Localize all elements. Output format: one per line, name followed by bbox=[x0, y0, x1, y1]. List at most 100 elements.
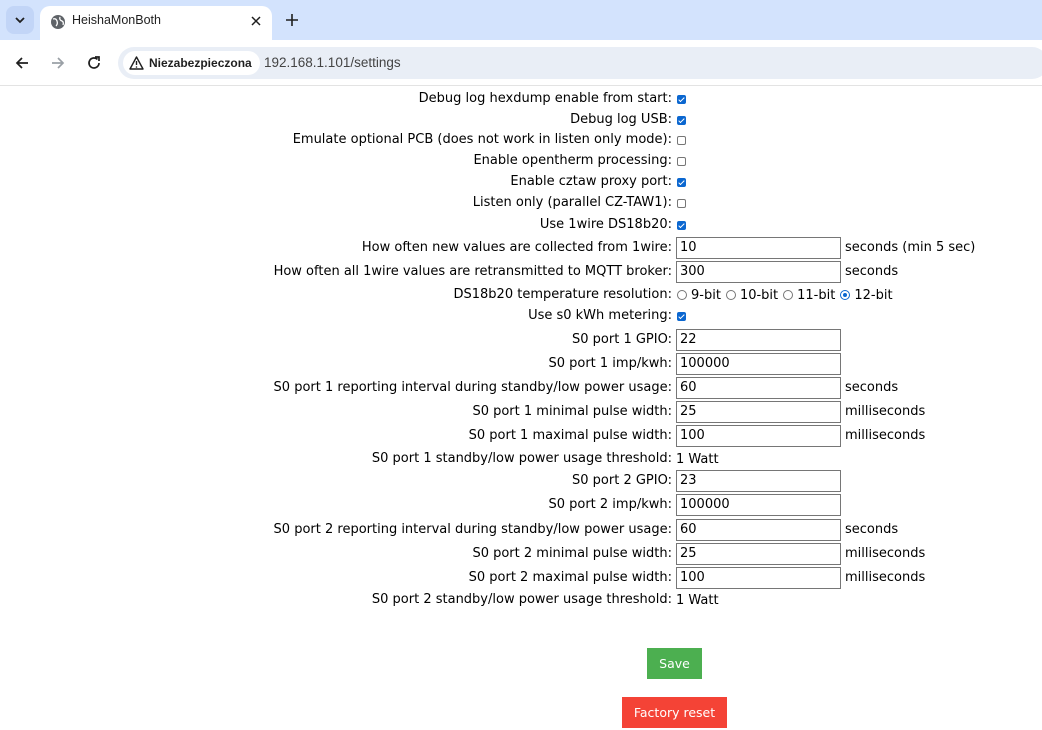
setting-label: S0 port 2 minimal pulse width: bbox=[472, 546, 672, 561]
setting-label: S0 port 2 reporting interval during stan… bbox=[273, 522, 672, 537]
setting-label: DS18b20 temperature resolution: bbox=[453, 287, 673, 302]
emulate-pcb-checkbox[interactable] bbox=[677, 135, 686, 145]
setting-label: Enable opentherm processing: bbox=[473, 153, 672, 168]
arrow-right-icon bbox=[52, 57, 65, 69]
setting-listen-only: Listen only (parallel CZ-TAW1): bbox=[0, 192, 1042, 214]
unit-label: seconds bbox=[845, 264, 899, 279]
unit-label: milliseconds bbox=[845, 546, 926, 561]
listen-only-checkbox[interactable] bbox=[677, 198, 686, 208]
reload-icon bbox=[88, 56, 100, 69]
setting-s0-1-interval: S0 port 1 reporting interval during stan… bbox=[0, 377, 1042, 399]
setting-cztaw-proxy: Enable cztaw proxy port: bbox=[0, 171, 1042, 193]
setting-s0-2-maxpulse: S0 port 2 maximal pulse width: 100 milli… bbox=[0, 567, 1042, 589]
setting-1wire-retransmit: How often all 1wire values are retransmi… bbox=[0, 261, 1042, 283]
use-1wire-checkbox[interactable] bbox=[677, 220, 686, 230]
unit-label: milliseconds bbox=[845, 404, 926, 419]
globe-icon bbox=[51, 15, 65, 29]
opentherm-checkbox[interactable] bbox=[677, 156, 686, 166]
resolution-10bit-radio[interactable] bbox=[725, 290, 736, 300]
forward-button[interactable] bbox=[47, 52, 69, 74]
setting-s0-1-imp: S0 port 1 imp/kwh: 100000 bbox=[0, 353, 1042, 375]
radio-label: 10-bit bbox=[739, 287, 779, 303]
setting-label: S0 port 1 imp/kwh: bbox=[548, 356, 672, 371]
tab-search-button[interactable] bbox=[6, 6, 34, 34]
setting-label: S0 port 2 standby/low power usage thresh… bbox=[371, 592, 672, 607]
resolution-12bit-radio[interactable] bbox=[840, 290, 851, 300]
s0-1-interval-input[interactable]: 60 bbox=[676, 377, 841, 399]
setting-s0-1-threshold: S0 port 1 standby/low power usage thresh… bbox=[0, 448, 1042, 470]
save-button[interactable]: Save bbox=[647, 648, 702, 679]
1wire-collect-input[interactable]: 10 bbox=[676, 237, 841, 259]
1wire-retransmit-input[interactable]: 300 bbox=[676, 261, 841, 283]
setting-ds18b20-resolution: DS18b20 temperature resolution: 9-bit 10… bbox=[0, 284, 1042, 306]
radio-label: 9-bit bbox=[691, 287, 721, 303]
arrow-left-icon bbox=[15, 57, 28, 69]
s0-2-threshold-value: 1 Watt bbox=[676, 592, 719, 608]
setting-s0-2-imp: S0 port 2 imp/kwh: 100000 bbox=[0, 494, 1042, 516]
setting-label: S0 port 2 imp/kwh: bbox=[548, 497, 672, 512]
address-bar[interactable]: Niezabezpieczona 192.168.1.101/settings bbox=[118, 47, 1042, 79]
setting-use-1wire: Use 1wire DS18b20: bbox=[0, 214, 1042, 236]
chevron-down-icon bbox=[15, 17, 25, 24]
setting-label: How often all 1wire values are retransmi… bbox=[273, 264, 672, 279]
s0-2-gpio-input[interactable]: 23 bbox=[676, 470, 841, 492]
setting-s0-2-threshold: S0 port 2 standby/low power usage thresh… bbox=[0, 589, 1042, 611]
s0-2-imp-input[interactable]: 100000 bbox=[676, 494, 841, 516]
setting-label: Debug log hexdump enable from start: bbox=[418, 91, 672, 106]
setting-label: Debug log USB: bbox=[570, 112, 672, 127]
unit-label: milliseconds bbox=[845, 428, 926, 443]
s0-1-imp-input[interactable]: 100000 bbox=[676, 353, 841, 375]
security-label: Niezabezpieczona bbox=[149, 56, 252, 70]
radio-label: 11-bit bbox=[797, 287, 836, 303]
security-chip[interactable]: Niezabezpieczona bbox=[123, 51, 260, 75]
factory-reset-button[interactable]: Factory reset bbox=[622, 697, 727, 728]
debug-hexdump-checkbox[interactable] bbox=[677, 94, 686, 104]
setting-label: Use 1wire DS18b20: bbox=[539, 217, 672, 232]
warning-icon bbox=[129, 56, 144, 70]
unit-label: seconds (min 5 sec) bbox=[845, 240, 976, 255]
tab-close-button[interactable] bbox=[248, 13, 264, 29]
new-tab-button[interactable] bbox=[282, 10, 302, 30]
setting-label: S0 port 2 GPIO: bbox=[572, 473, 672, 488]
resolution-11bit-radio[interactable] bbox=[783, 290, 794, 300]
setting-debug-hexdump: Debug log hexdump enable from start: bbox=[0, 88, 1042, 110]
setting-label: How often new values are collected from … bbox=[361, 240, 672, 255]
radio-label: 12-bit bbox=[854, 287, 893, 303]
s0-1-minpulse-input[interactable]: 25 bbox=[676, 401, 841, 423]
cztaw-proxy-checkbox[interactable] bbox=[677, 177, 686, 187]
setting-1wire-collect: How often new values are collected from … bbox=[0, 237, 1042, 259]
setting-label: Enable cztaw proxy port: bbox=[510, 174, 672, 189]
setting-label: Use s0 kWh metering: bbox=[528, 308, 672, 323]
setting-label: S0 port 1 standby/low power usage thresh… bbox=[371, 451, 672, 466]
s0-2-minpulse-input[interactable]: 25 bbox=[676, 543, 841, 565]
reload-button[interactable] bbox=[83, 52, 105, 74]
setting-debug-usb: Debug log USB: bbox=[0, 109, 1042, 131]
unit-label: milliseconds bbox=[845, 570, 926, 585]
unit-label: seconds bbox=[845, 522, 899, 537]
s0-2-interval-input[interactable]: 60 bbox=[676, 519, 841, 541]
setting-label: S0 port 1 maximal pulse width: bbox=[468, 428, 672, 443]
s0-1-gpio-input[interactable]: 22 bbox=[676, 329, 841, 351]
resolution-9bit-radio[interactable] bbox=[677, 290, 687, 300]
setting-label: S0 port 1 GPIO: bbox=[572, 332, 672, 347]
s0-1-threshold-value: 1 Watt bbox=[676, 451, 719, 467]
s0-1-maxpulse-input[interactable]: 100 bbox=[676, 425, 841, 447]
setting-opentherm: Enable opentherm processing: bbox=[0, 150, 1042, 172]
setting-s0-1-maxpulse: S0 port 1 maximal pulse width: 100 milli… bbox=[0, 425, 1042, 447]
debug-usb-checkbox[interactable] bbox=[677, 115, 686, 125]
close-icon bbox=[251, 16, 261, 26]
setting-label: Emulate optional PCB (does not work in l… bbox=[292, 132, 672, 147]
unit-label: seconds bbox=[845, 380, 899, 395]
setting-s0-2-minpulse: S0 port 2 minimal pulse width: 25 millis… bbox=[0, 543, 1042, 565]
browser-tab[interactable]: HeishaMonBoth bbox=[40, 6, 272, 40]
setting-label: S0 port 1 minimal pulse width: bbox=[472, 404, 672, 419]
plus-icon bbox=[286, 14, 298, 26]
url-text[interactable]: 192.168.1.101/settings bbox=[264, 55, 401, 70]
setting-s0-2-gpio: S0 port 2 GPIO: 23 bbox=[0, 470, 1042, 492]
s0-2-maxpulse-input[interactable]: 100 bbox=[676, 567, 841, 589]
setting-label: Listen only (parallel CZ-TAW1): bbox=[472, 195, 672, 210]
browser-toolbar: Niezabezpieczona 192.168.1.101/settings bbox=[0, 40, 1042, 86]
use-s0-checkbox[interactable] bbox=[677, 311, 686, 321]
setting-s0-1-gpio: S0 port 1 GPIO: 22 bbox=[0, 329, 1042, 351]
back-button[interactable] bbox=[11, 52, 33, 74]
